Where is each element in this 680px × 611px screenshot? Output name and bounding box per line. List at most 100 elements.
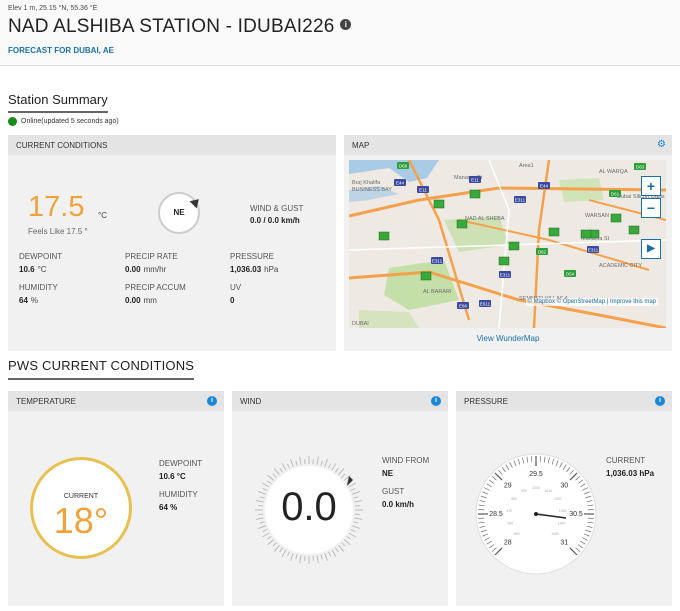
info-icon[interactable]: i xyxy=(431,396,441,406)
map-station-marker[interactable] xyxy=(456,219,468,229)
dewpoint-value: 10.6 °C xyxy=(19,265,47,274)
pressure-inner-label: 970 xyxy=(506,509,512,513)
map-station-marker[interactable] xyxy=(378,231,390,241)
wind-gauge-tick xyxy=(343,539,351,546)
map-station-marker[interactable] xyxy=(420,271,432,281)
map-road-shield: E311 xyxy=(514,196,526,203)
wind-gauge-tick xyxy=(331,549,337,558)
svg-text:E611: E611 xyxy=(480,302,491,307)
elevation-coordinates: Elev 1 m, 25.15 °N, 55.36 °E xyxy=(8,5,98,12)
map-road-shield: D54 xyxy=(564,270,576,277)
pressure-current-label: CURRENT xyxy=(606,456,646,465)
map-station-marker[interactable] xyxy=(610,213,622,223)
wind-gauge-tick xyxy=(346,535,352,540)
station-summary-title: Station Summary xyxy=(8,92,108,113)
zoom-in-icon[interactable]: + xyxy=(641,176,661,196)
svg-text:E311: E311 xyxy=(500,273,511,278)
pressure-tick-label: 29 xyxy=(504,483,512,490)
map-place-label: WARSAN xyxy=(585,213,609,219)
map-station-marker[interactable] xyxy=(469,189,481,199)
map-road-shield: D61 xyxy=(609,190,621,197)
map-road-shield: D69 xyxy=(397,162,409,169)
wind-gauge-tick xyxy=(348,532,357,538)
wind-gauge-tick xyxy=(341,473,346,478)
wind-gauge-tick xyxy=(316,555,319,564)
wind-gauge-tick xyxy=(279,547,284,553)
info-icon[interactable]: i xyxy=(207,396,217,406)
map-station-marker[interactable] xyxy=(580,229,592,239)
pressure-current-value: 1,036.03 hPa xyxy=(606,469,655,478)
map-road-shield: E611 xyxy=(479,300,491,307)
info-icon[interactable]: i xyxy=(655,396,665,406)
wind-gust-label-pws: GUST xyxy=(382,487,405,496)
svg-text:D54: D54 xyxy=(566,272,575,277)
map-place-label: ACADEMIC CITY xyxy=(599,263,642,269)
map-road-shield: E44 xyxy=(538,182,550,189)
view-wundermap-link[interactable]: View WunderMap xyxy=(344,334,672,343)
wind-gauge-tick xyxy=(299,456,302,465)
wind-direction-dial: NE xyxy=(158,192,203,234)
map-station-marker[interactable] xyxy=(498,256,510,266)
wind-gauge-tick xyxy=(272,473,277,478)
humidity-value: 64% xyxy=(19,296,38,305)
humidity-number: 64 xyxy=(19,296,28,305)
map-road-shield: D63 xyxy=(634,163,646,170)
map-road-shield: E311 xyxy=(431,257,443,264)
map-station-marker[interactable] xyxy=(508,241,520,251)
temperature-current-value: 18° xyxy=(53,500,109,541)
forecast-link[interactable]: FORECAST FOR DUBAI, AE xyxy=(8,46,114,55)
precip-rate-value: 0.00 mm/hr xyxy=(125,265,166,274)
pws-pressure-header: PRESSURE i xyxy=(456,391,672,411)
wind-gauge-tick xyxy=(295,460,298,466)
zoom-out-icon[interactable]: − xyxy=(641,198,661,218)
wind-gust-label: WIND & GUST xyxy=(250,204,304,213)
pressure-inner-label: 960 xyxy=(507,521,513,525)
map-station-marker[interactable] xyxy=(548,227,560,237)
wind-gauge-tick xyxy=(267,539,275,546)
map-place-label: BUSINESS BAY xyxy=(352,187,392,193)
pws-wind-panel: WIND i 0.0 WIND FROM NE GUST 0.0 km/h xyxy=(232,391,448,606)
pws-humidity-label: HUMIDITY xyxy=(159,490,198,499)
svg-text:E311: E311 xyxy=(588,248,599,253)
pws-pressure-panel: PRESSURE i 28 28.5 29 29.5 30 30.5 31 950 960 97… xyxy=(456,391,672,606)
pressure-tick-label: 30.5 xyxy=(569,511,583,518)
wind-gauge-tick xyxy=(290,553,294,561)
precip-rate-number: 0.00 xyxy=(125,265,141,274)
play-icon[interactable]: ▶ xyxy=(641,239,661,259)
map-road-shield: E11 xyxy=(417,186,429,193)
map-place-label: Area1 xyxy=(519,163,534,169)
current-conditions-header: CURRENT CONDITIONS xyxy=(8,135,336,155)
pressure-inner-label: 1040 xyxy=(558,521,566,525)
svg-text:E11: E11 xyxy=(471,178,479,183)
pressure-number: 1,036.03 xyxy=(230,265,262,274)
wind-gauge-tick xyxy=(338,544,345,552)
wind-gauge-tick xyxy=(334,467,339,473)
pressure-tick-label: 29.5 xyxy=(529,471,543,478)
wind-gauge-tick xyxy=(295,554,298,560)
map-view[interactable]: Area1 AL WARQA Burj Khalifa BUSINESS BAY Man… xyxy=(349,160,666,328)
wind-gauge-tick xyxy=(272,542,277,547)
pws-wind-header: WIND i xyxy=(232,391,448,411)
wind-gauge-tick xyxy=(267,474,275,481)
wind-gauge-tick xyxy=(281,549,287,558)
map-place-label: Burj Khalifa xyxy=(352,180,381,186)
precip-rate-label: PRECIP RATE xyxy=(125,252,178,261)
map-station-marker[interactable] xyxy=(433,199,445,209)
wind-from-label: WIND FROM xyxy=(382,456,430,465)
pws-dewpoint-label: DEWPOINT xyxy=(159,459,203,468)
pressure-inner-label: 1030 xyxy=(559,509,567,513)
wind-gauge-tick xyxy=(286,463,291,469)
uv-label: UV xyxy=(230,283,242,292)
info-icon[interactable]: i xyxy=(340,19,352,31)
map-attribution[interactable]: © Mapbox © OpenStreetMap | Improve this … xyxy=(525,298,658,306)
wind-gauge-tick xyxy=(279,467,284,473)
gear-icon[interactable]: ⚙ xyxy=(657,139,666,150)
online-status-text: Online(updated 5 seconds ago) xyxy=(21,118,119,125)
pressure-needle-hub xyxy=(534,512,538,516)
map-station-marker[interactable] xyxy=(628,225,640,235)
pressure-tick-label: 31 xyxy=(560,539,568,546)
pws-humidity-value: 64 % xyxy=(159,503,178,512)
online-status: Online(updated 5 seconds ago) xyxy=(8,117,119,126)
dewpoint-unit: °C xyxy=(37,265,47,274)
pws-pressure-header-label: PRESSURE xyxy=(464,397,509,406)
